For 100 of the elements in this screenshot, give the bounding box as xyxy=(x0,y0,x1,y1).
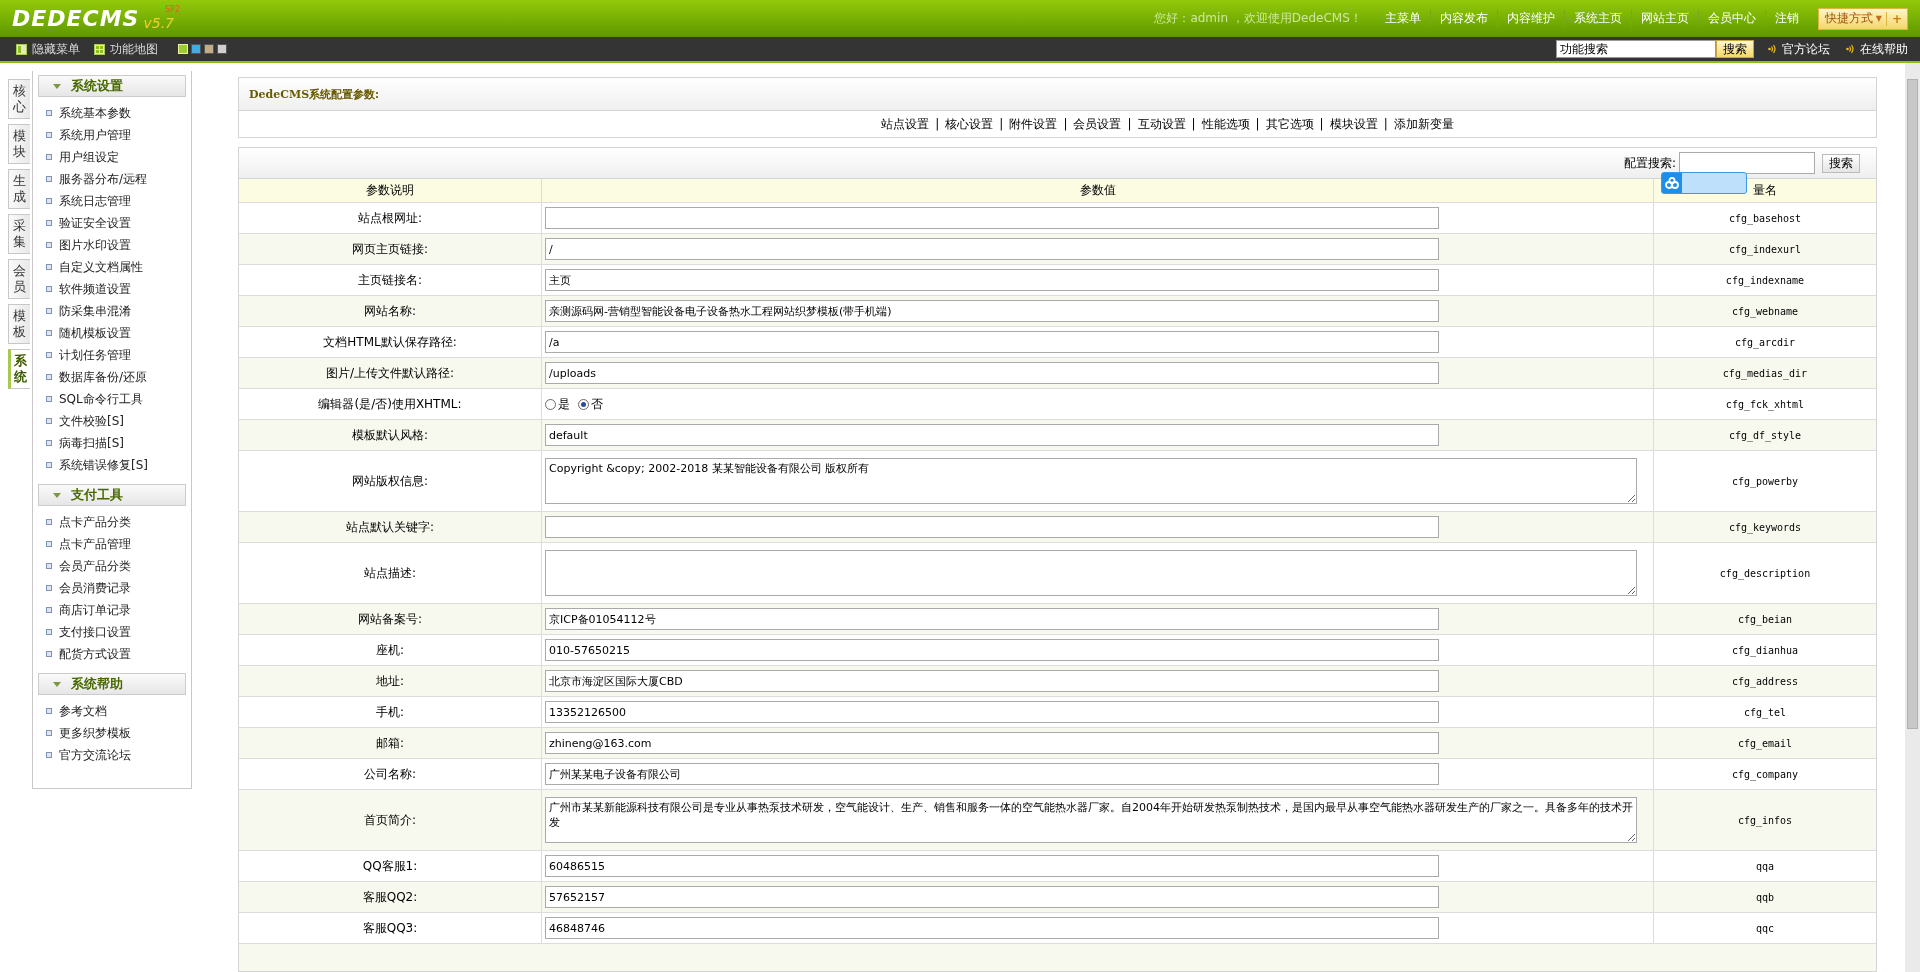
side-tab[interactable]: 模板 xyxy=(8,304,30,344)
theme-swatch[interactable] xyxy=(217,44,227,54)
param-label: 站点描述: xyxy=(363,564,416,582)
param-label: 文档HTML默认保存路径: xyxy=(323,333,457,351)
input-field[interactable]: 60486515 xyxy=(545,855,1439,877)
sidebar-item[interactable]: 官方交流论坛 xyxy=(59,746,131,764)
sidebar-item[interactable]: 服务器分布/远程 xyxy=(59,170,148,188)
settings-tab[interactable]: 模块设置 xyxy=(1329,115,1378,133)
group-header[interactable]: 支付工具 xyxy=(38,484,186,506)
side-tab[interactable]: 系统 xyxy=(8,349,30,389)
input-field[interactable]: default xyxy=(545,424,1439,446)
sidebar-item[interactable]: 系统用户管理 xyxy=(59,126,131,144)
param-label: 客服QQ2: xyxy=(362,888,418,906)
sidebar-item[interactable]: 随机模板设置 xyxy=(59,324,131,342)
sidebar-item[interactable]: 配货方式设置 xyxy=(59,645,131,663)
side-tab[interactable]: 模块 xyxy=(8,124,30,164)
sidebar-item[interactable]: 系统错误修复[S] xyxy=(59,456,148,474)
config-search-field[interactable] xyxy=(1679,152,1815,174)
input-field[interactable]: 主页 xyxy=(545,269,1439,291)
scrollbar[interactable] xyxy=(1905,63,1920,972)
settings-tab[interactable]: 性能选项 xyxy=(1201,115,1250,133)
help-link[interactable]: 官方论坛 xyxy=(1782,40,1830,58)
text-area[interactable] xyxy=(545,550,1637,596)
variable-name: cfg_indexurl xyxy=(1728,243,1802,255)
bullet-icon xyxy=(46,730,52,736)
input-field[interactable]: 北京市海淀区国际大厦CBD xyxy=(545,670,1439,692)
sidebar-item[interactable]: 点卡产品管理 xyxy=(59,535,131,553)
bullet-icon xyxy=(46,563,52,569)
search-button[interactable]: 搜索 xyxy=(1822,153,1860,173)
sidebar-item[interactable]: 系统日志管理 xyxy=(59,192,131,210)
text-area[interactable]: 广州市某某新能源科技有限公司是专业从事热泵技术研发，空气能设计、生产、销售和服务一体的空气能热水器厂家。自2004年开始研发热泵制热技术，是国内最早从事空气能热水器研发生产的厂家之一。具备多年的技术开发 xyxy=(545,797,1637,843)
sidebar-item[interactable]: 系统基本参数 xyxy=(59,104,131,122)
bullet-icon xyxy=(46,198,52,204)
input-field[interactable] xyxy=(545,516,1439,538)
sidebar-item[interactable]: SQL命令行工具 xyxy=(59,390,143,408)
hide-menu-link[interactable]: 隐藏菜单 xyxy=(32,40,80,58)
sidebar-item[interactable]: 病毒扫描[S] xyxy=(59,434,124,452)
side-tab[interactable]: 生成 xyxy=(8,169,30,209)
sidebar-item[interactable]: 支付接口设置 xyxy=(59,623,131,641)
shortcut-button[interactable]: 快捷方式 ▼ xyxy=(1818,10,1886,27)
theme-swatch[interactable] xyxy=(204,44,214,54)
sidebar-item[interactable]: 自定义文档属性 xyxy=(59,258,143,276)
input-field[interactable]: 广州某某电子设备有限公司 xyxy=(545,763,1439,785)
help-link[interactable]: 在线帮助 xyxy=(1860,40,1908,58)
group-header[interactable]: 系统帮助 xyxy=(38,673,186,695)
sidebar-item[interactable]: 点卡产品分类 xyxy=(59,513,131,531)
sidebar-item[interactable]: 商店订单记录 xyxy=(59,601,131,619)
cloud-widget[interactable] xyxy=(1661,172,1747,194)
variable-name: cfg_df_style xyxy=(1728,429,1802,441)
input-field[interactable]: / xyxy=(545,238,1439,260)
variable-name: cfg_keywords xyxy=(1728,521,1802,533)
side-tab[interactable]: 采集 xyxy=(8,214,30,254)
bullet-icon xyxy=(46,752,52,758)
text-area[interactable]: Copyright &copy; 2002-2018 某某智能设备有限公司 版权所有 xyxy=(545,458,1637,504)
sidebar-item[interactable]: 验证安全设置 xyxy=(59,214,131,232)
settings-tab[interactable]: 站点设置 xyxy=(881,115,930,133)
input-field[interactable]: 13352126500 xyxy=(545,701,1439,723)
input-field[interactable]: /a xyxy=(545,331,1439,353)
bullet-icon xyxy=(46,440,52,446)
group-header[interactable]: 系统设置 xyxy=(38,75,186,97)
input-field[interactable]: /uploads xyxy=(545,362,1439,384)
sidebar-item[interactable]: 参考文档 xyxy=(59,702,107,720)
site-map-link[interactable]: 功能地图 xyxy=(110,40,158,58)
settings-tab[interactable]: 其它选项 xyxy=(1265,115,1314,133)
input-field[interactable]: 亲测源码网-营销型智能设备电子设备热水工程网站织梦模板(带手机端) xyxy=(545,300,1439,322)
param-label: 客服QQ3: xyxy=(362,919,418,937)
sidebar-item[interactable]: 用户组设定 xyxy=(59,148,119,166)
sidebar-item[interactable]: 文件校验[S] xyxy=(59,412,124,430)
caret-icon xyxy=(53,681,61,687)
sidebar-item[interactable]: 会员产品分类 xyxy=(59,557,131,575)
settings-tab[interactable]: 互动设置 xyxy=(1137,115,1186,133)
input-field[interactable]: 46848746 xyxy=(545,917,1439,939)
sidebar-item[interactable]: 更多织梦模板 xyxy=(59,724,131,742)
sidebar-item[interactable]: 数据库备份/还原 xyxy=(59,368,148,386)
sidebar-item[interactable]: 会员消费记录 xyxy=(59,579,131,597)
sidebar-item[interactable]: 防采集串混淆 xyxy=(59,302,131,320)
input-field[interactable]: 京ICP备01054112号 xyxy=(545,608,1439,630)
settings-tab[interactable]: 会员设置 xyxy=(1073,115,1122,133)
param-label: 地址: xyxy=(375,672,404,690)
column-header: 参数说明 xyxy=(366,182,414,199)
caret-icon xyxy=(53,492,61,498)
input-field[interactable]: zhineng@163.com xyxy=(545,732,1439,754)
settings-tab[interactable]: 附件设置 xyxy=(1009,115,1058,133)
input-field[interactable]: 57652157 xyxy=(545,886,1439,908)
input-field[interactable]: 010-57650215 xyxy=(545,639,1439,661)
radio-button[interactable] xyxy=(578,398,589,410)
side-tab[interactable]: 会员 xyxy=(8,259,30,299)
param-label: 邮箱: xyxy=(375,734,404,752)
variable-name: cfg_arcdir xyxy=(1734,336,1796,348)
settings-tab[interactable]: 添加新变量 xyxy=(1393,115,1454,133)
sidebar-item[interactable]: 图片水印设置 xyxy=(59,236,131,254)
variable-name: cfg_medias_dir xyxy=(1722,367,1808,379)
bullet-icon xyxy=(46,110,52,116)
radio-button[interactable] xyxy=(545,398,556,410)
settings-tab[interactable]: 核心设置 xyxy=(945,115,994,133)
input-field[interactable] xyxy=(545,207,1439,229)
sidebar-item[interactable]: 计划任务管理 xyxy=(59,346,131,364)
side-tab[interactable]: 核心 xyxy=(8,79,30,119)
theme-swatch[interactable] xyxy=(191,44,201,54)
sidebar-item[interactable]: 软件频道设置 xyxy=(59,280,131,298)
